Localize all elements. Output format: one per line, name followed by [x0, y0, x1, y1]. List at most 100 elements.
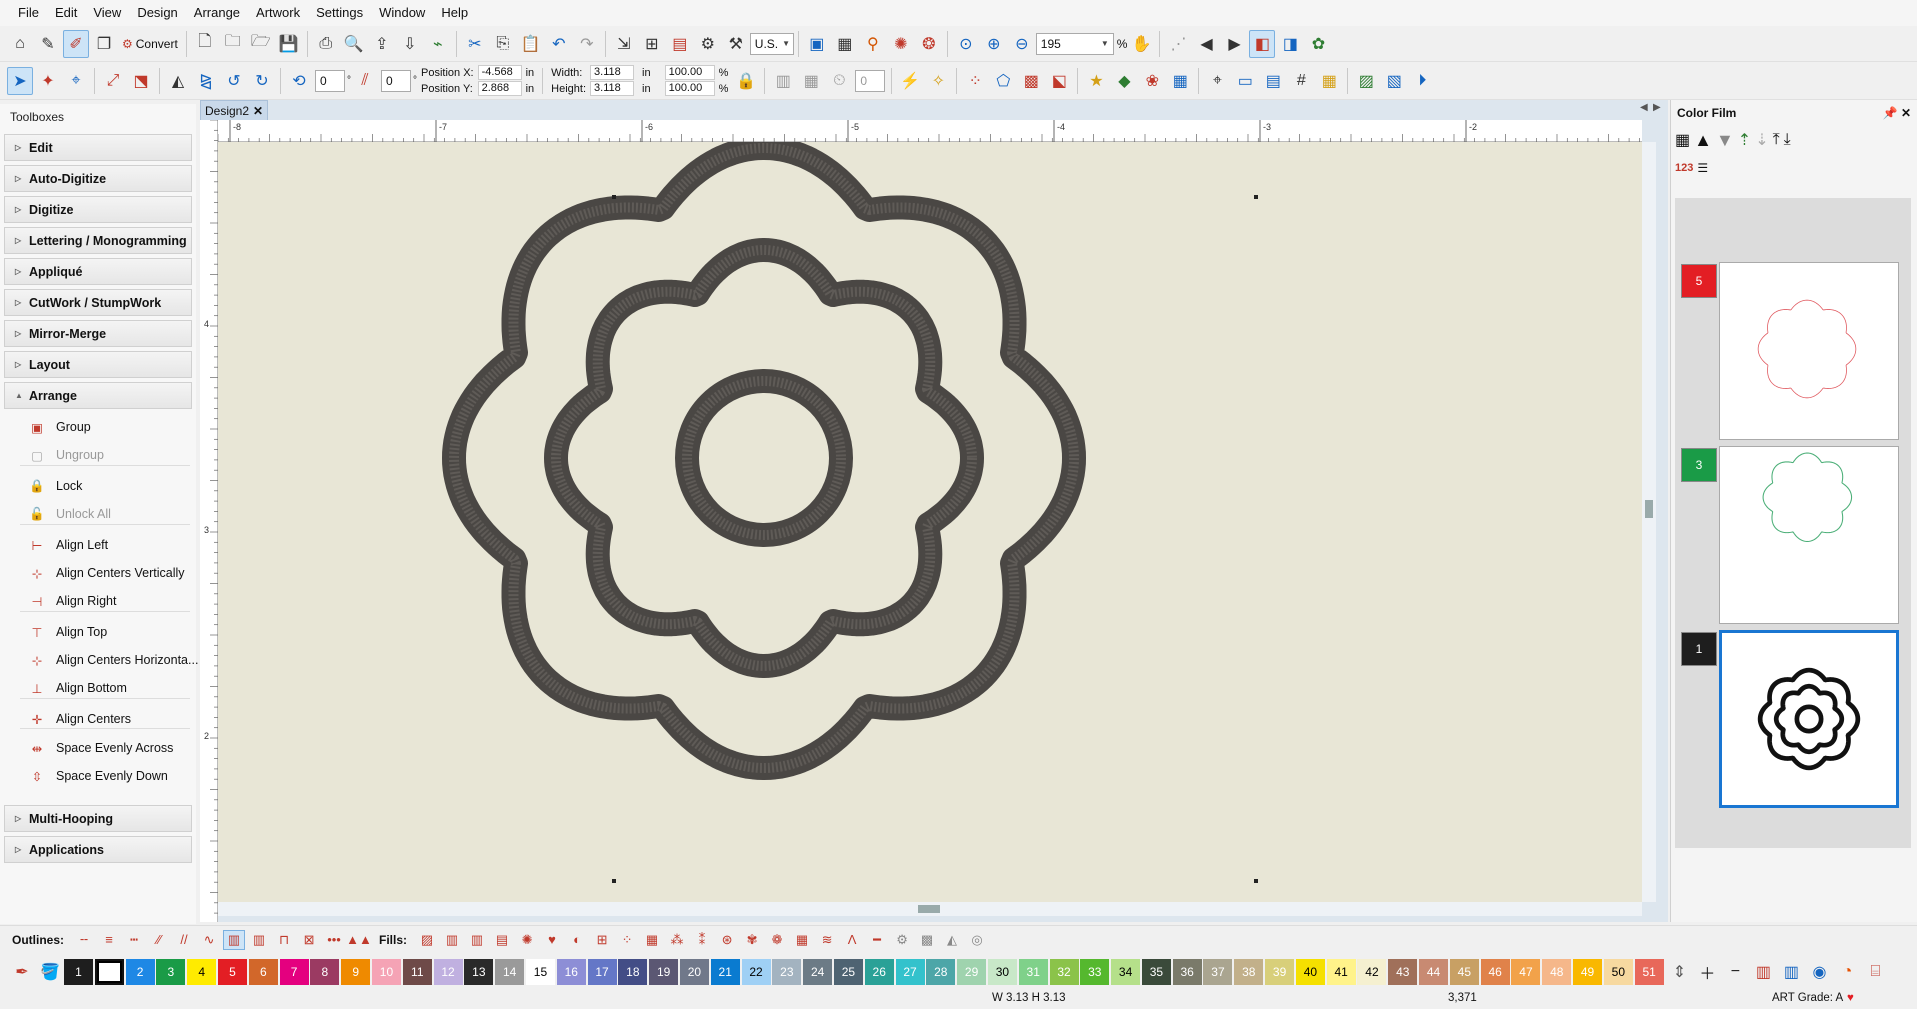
color-film-swatch[interactable]: 3 [1681, 448, 1717, 482]
player-icon[interactable]: ⏵ [1409, 67, 1435, 95]
swirl-icon[interactable]: ✺ [888, 30, 914, 58]
ruler-grid-icon[interactable]: ▦ [1316, 67, 1342, 95]
split-color-icon[interactable]: ◧ [1249, 29, 1276, 58]
move-down-gray-icon[interactable]: ⇣ [1755, 130, 1768, 150]
paste-icon[interactable]: 📋 [518, 30, 544, 58]
open-folder-icon[interactable]: 🗀 [220, 30, 246, 58]
menu-settings[interactable]: Settings [308, 0, 371, 26]
arrange-align-centers-horizonta[interactable]: ⊹ Align Centers Horizonta... [26, 649, 199, 671]
save-icon[interactable]: 💾 [276, 30, 302, 58]
toolbox-group-cutwork-stumpwork[interactable]: ▷ CutWork / StumpWork [4, 289, 192, 316]
fill-stitch-type-icon[interactable]: ⁂ [666, 930, 688, 950]
thread-color-chip[interactable]: 15 [525, 959, 555, 985]
rotate-left-45-icon[interactable]: ↺ [221, 67, 247, 95]
thread-color-chip[interactable]: 36 [1172, 959, 1202, 985]
outline-stitch-type-icon[interactable]: ••• [323, 930, 345, 950]
fill-stitch-type-icon[interactable]: Λ [841, 930, 863, 950]
toolbox-group-arrange[interactable]: ▲ Arrange [4, 382, 192, 409]
flower-design[interactable] [218, 136, 1642, 902]
settings-gear-icon[interactable]: ⚙ [695, 30, 721, 58]
undo-icon[interactable]: ↶ [546, 30, 572, 58]
height-input[interactable]: 3.118 [590, 81, 635, 96]
zoom-plus-icon[interactable]: ＋ [1694, 958, 1720, 986]
move-up-green-icon[interactable]: ⇡ [1738, 130, 1751, 150]
thread-color-chip[interactable]: 16 [556, 959, 586, 985]
menu-arrange[interactable]: Arrange [186, 0, 248, 26]
node-select-icon[interactable]: ⁘ [962, 67, 988, 95]
arrange-align-centers-vertically[interactable]: ⊹ Align Centers Vertically [26, 562, 185, 584]
move-top-icon[interactable]: ⤒ [1773, 131, 1780, 149]
color-film-thumbnail[interactable] [1719, 262, 1899, 440]
mirror-vertical-icon[interactable]: ⧎ [193, 67, 219, 95]
menu-file[interactable]: File [10, 0, 47, 26]
thread-color-chip[interactable]: 6 [248, 959, 278, 985]
arrange-align-centers[interactable]: ✛ Align Centers [26, 708, 131, 730]
backdrop-icon[interactable]: ▧ [1381, 67, 1407, 95]
mirror-horizontal-icon[interactable]: ◭ [165, 67, 191, 95]
insert-design-icon[interactable]: ⊞ [639, 30, 665, 58]
shapes-icon[interactable]: ◆ [1111, 67, 1137, 95]
units-select[interactable]: U.S. ▼ [749, 32, 794, 55]
center-icon[interactable]: ⌖ [1204, 67, 1230, 95]
position-x-input[interactable]: -4.568 [477, 65, 522, 80]
film-icon[interactable]: ▦ [832, 30, 858, 58]
fill-stitch-type-icon[interactable]: ✺ [516, 930, 538, 950]
previous-icon[interactable]: ◀ [1193, 30, 1219, 58]
selection-handle[interactable] [612, 879, 616, 883]
arrange-lock[interactable]: 🔒 Lock [26, 475, 82, 497]
outline-stitch-type-icon[interactable]: ▥ [248, 930, 270, 950]
copy-icon[interactable]: ⎘ [490, 30, 516, 58]
selection-handle[interactable] [1254, 195, 1258, 199]
star-icon[interactable]: ✧ [925, 67, 951, 95]
selection-handle[interactable] [612, 195, 616, 199]
zoom-in-icon[interactable]: ⊕ [981, 30, 1007, 58]
thread-color-chip[interactable]: 33 [1080, 959, 1110, 985]
usb-icon[interactable]: ⌁ [425, 30, 451, 58]
thread-color-chip[interactable]: 42 [1357, 959, 1387, 985]
document-tab[interactable]: Design2 ✕ [200, 100, 268, 120]
thread-color-chip[interactable]: 17 [587, 959, 617, 985]
artwork-mode-icon[interactable]: ✐ [63, 29, 89, 58]
fill-stitch-type-icon[interactable]: ⚙ [891, 930, 913, 950]
thread-color-chip[interactable]: 49 [1573, 959, 1603, 985]
thread-color-chip[interactable]: 5 [217, 959, 247, 985]
stamp-icon[interactable]: ⚲ [860, 30, 886, 58]
close-icon[interactable]: ✕ [1901, 106, 1911, 120]
fill-stitch-type-icon[interactable]: ▨ [416, 930, 438, 950]
cut-icon[interactable]: ✂ [462, 30, 488, 58]
fill-stitch-type-icon[interactable]: ⊞ [591, 930, 613, 950]
thread-color-chip[interactable]: 43 [1388, 959, 1418, 985]
skew-icon[interactable]: ⬔ [128, 67, 154, 95]
fill-stitch-type-icon[interactable]: ━ [866, 930, 888, 950]
fill-stitch-type-icon[interactable]: ⁘ [616, 930, 638, 950]
eyedropper-icon[interactable]: ✒ [9, 958, 35, 986]
redo-icon[interactable]: ↷ [574, 30, 600, 58]
color-film-swatch[interactable]: 5 [1681, 264, 1717, 298]
print-icon[interactable]: ⎙ [313, 30, 339, 58]
fill-stitch-type-icon[interactable]: ▦ [641, 930, 663, 950]
color-harmony-icon[interactable]: ◔ [1834, 958, 1860, 986]
fill-stitch-type-icon[interactable]: ▥ [466, 930, 488, 950]
fill-stitch-type-icon[interactable]: ◐ [566, 930, 588, 950]
horizontal-scroll-thumb[interactable] [918, 905, 940, 913]
fill-stitch-type-icon[interactable]: ✾ [741, 930, 763, 950]
vertical-scrollbar[interactable] [1642, 142, 1656, 902]
arrange-align-top[interactable]: ⊤ Align Top [26, 621, 108, 643]
hoop-grid-icon[interactable]: ▤ [1260, 67, 1286, 95]
zoom-out-icon[interactable]: ⊖ [1009, 30, 1035, 58]
thread-color-chip[interactable]: 47 [1511, 959, 1541, 985]
slant-angle-input[interactable]: 0 [381, 69, 411, 92]
width-input[interactable]: 3.118 [590, 65, 635, 80]
fill-stitch-type-icon[interactable]: ⁑ [691, 930, 713, 950]
reshape-icon[interactable]: ⬕ [1046, 67, 1072, 95]
design-canvas[interactable] [218, 136, 1642, 902]
pin-icon[interactable]: 📌 [1883, 106, 1898, 120]
thread-color-chip[interactable]: 25 [833, 959, 863, 985]
home-icon[interactable]: ⌂ [7, 30, 33, 58]
decorative-icon[interactable]: ❀ [1139, 67, 1165, 95]
fill-stitch-type-icon[interactable]: ◎ [966, 930, 988, 950]
color-film-thumbnail[interactable] [1719, 446, 1899, 624]
move-up-icon[interactable]: ▲ [1694, 130, 1712, 151]
thread-color-chip[interactable]: 27 [895, 959, 925, 985]
thread-color-chip[interactable]: 11 [402, 959, 432, 985]
